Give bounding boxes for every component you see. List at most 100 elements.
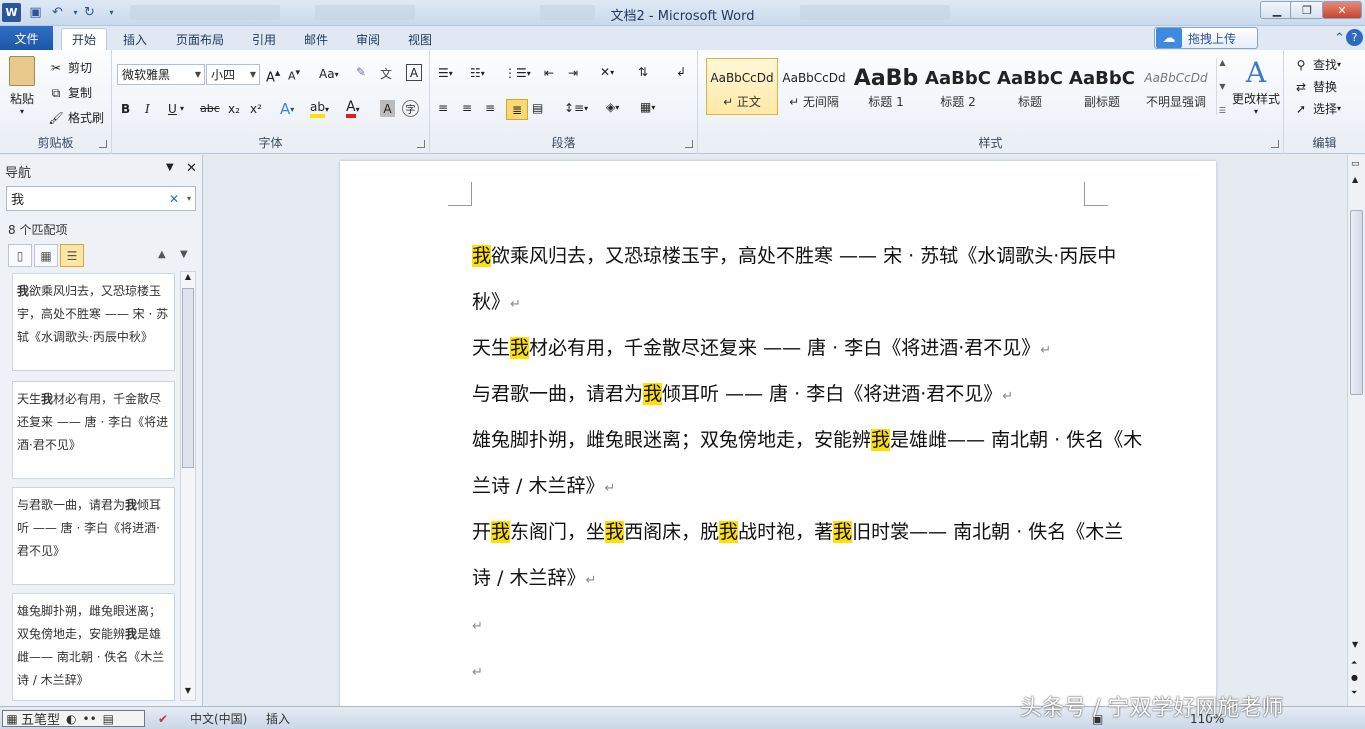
document-scroll-thumb[interactable] [1350,210,1363,395]
cut-button[interactable]: ✂ 剪切 [48,59,92,76]
select-button[interactable]: ➚ 选择 ▾ [1293,100,1341,117]
align-right-button[interactable]: ≡ [485,101,495,115]
justify-button[interactable]: ≣ [506,99,528,120]
style-title[interactable]: AaBbC 标题 [994,58,1066,115]
style-subtle-emphasis[interactable]: AaBbCcDd 不明显强调 [1138,58,1214,115]
results-scroll-thumb[interactable] [182,288,194,468]
document-line[interactable]: 诗 / 木兰辞》↵ [472,567,1112,592]
scroll-down-icon[interactable]: ▼ [1352,640,1358,649]
minimize-button[interactable]: ▁ [1260,1,1294,19]
document-line[interactable]: 秋》↵ [472,291,1112,316]
search-result-item[interactable]: 与君歌一曲，请君为我倾耳听 —— 唐 · 李白《将进酒·君不见》 [12,487,175,585]
shading-button[interactable]: ◈ ▾ [606,100,619,114]
clear-formatting-button[interactable]: ✎ [356,65,366,79]
paste-button[interactable]: 粘贴 ▾ [4,56,40,116]
tab-page-layout[interactable]: 页面布局 [170,28,230,50]
character-border-button[interactable]: A [406,64,422,81]
half-width-icon[interactable]: ◐ [66,712,76,726]
styles-dialog-launcher[interactable] [1271,140,1279,148]
grow-font-button[interactable]: A▴ [266,66,280,85]
document-page[interactable]: 我欲乘风归去，又恐琼楼玉宇，高处不胜寒 —— 宋 · 苏轼《水调歌头·丙辰中 秋》… [340,161,1216,721]
help-icon[interactable]: ? [1346,29,1363,46]
tab-mailings[interactable]: 邮件 [296,28,336,50]
next-page-icon[interactable]: ⏷ [1351,688,1357,698]
bullets-button[interactable]: ☰ ▾ [438,66,453,80]
document-line[interactable]: ↵ [472,659,1112,684]
nav-tab-pages[interactable]: ▦ [34,244,58,267]
nav-pane-close-icon[interactable]: ✕ [186,161,197,176]
close-button[interactable]: ✕ [1322,1,1362,19]
document-line[interactable]: ↵ [472,613,1112,638]
tab-view[interactable]: 视图 [400,28,440,50]
align-left-button[interactable]: ≡ [438,101,448,115]
browse-object-icon[interactable]: ● [1351,673,1358,682]
tab-review[interactable]: 审阅 [348,28,388,50]
styles-gallery-scroll[interactable]: ▲ ▼ ☰ [1216,58,1228,115]
multilevel-list-button[interactable]: ⋮☰ ▾ [504,66,531,80]
document-line[interactable]: 兰诗 / 木兰辞》↵ [472,475,1112,500]
scroll-up-icon[interactable]: ▲ [181,272,195,286]
style-heading1[interactable]: AaBb 标题 1 [850,58,922,115]
underline-button[interactable]: U [168,102,177,116]
nav-tab-headings[interactable]: ▯ [8,244,32,267]
format-painter-button[interactable]: 🖌 格式刷 [48,109,104,126]
bold-button[interactable]: B [121,102,130,116]
tab-home[interactable]: 开始 [61,28,107,50]
character-shading-button[interactable]: A [380,100,395,117]
search-options-icon[interactable]: ▾ [187,194,191,203]
previous-result-icon[interactable]: ▲ [158,249,166,260]
restore-button[interactable]: ❐ [1290,1,1324,19]
chinese-layout-button[interactable]: ✕ ▾ [600,65,614,79]
save-icon[interactable]: ▣ [26,3,45,22]
highlight-color-button[interactable]: ab ▾ [310,100,329,118]
search-result-item[interactable]: 天生我材必有用，千金散尽还复来 —— 唐 · 李白《将进酒·君不见》 [12,381,175,479]
nav-search-box[interactable]: 我 ✕ ▾ [6,186,196,211]
enclose-characters-button[interactable]: 字 [402,100,419,117]
document-scrollbar[interactable]: ▭ ▲ ▼ ⏶ ● ⏷ [1347,155,1365,706]
style-subtitle[interactable]: AaBbC 副标题 [1066,58,1138,115]
show-formatting-marks-button[interactable]: ↲ [676,65,686,79]
insert-mode-status[interactable]: 插入 [266,710,290,727]
subscript-button[interactable]: x₂ [228,102,240,116]
style-no-spacing[interactable]: AaBbCcDd ↵ 无间隔 [778,58,850,115]
redo-icon[interactable]: ↻ [80,3,99,22]
language-status[interactable]: 中文(中国) [190,710,247,727]
punctuation-icon[interactable]: •• [83,712,97,726]
undo-icon[interactable]: ↶ [48,3,67,22]
align-center-button[interactable]: ≡ [462,101,472,115]
soft-keyboard-icon[interactable]: ▤ [103,712,114,726]
search-result-item[interactable]: 我欲乘风归去，又恐琼楼玉宇，高处不胜寒 —— 宋 · 苏轼《水调歌头·丙辰中秋》 [12,273,175,371]
font-size-select[interactable]: 小四 ▼ [206,64,260,85]
shrink-font-button[interactable]: A▾ [288,67,300,83]
document-line[interactable]: 雄兔脚扑朔，雌兔眼迷离；双兔傍地走，安能辨我是雄雌—— 南北朝 · 佚名《木 [472,429,1142,452]
clipboard-dialog-launcher[interactable] [99,140,107,148]
font-name-select[interactable]: 微软雅黑 ▼ [117,64,205,85]
style-heading2[interactable]: AaBbC 标题 2 [922,58,994,115]
ime-toolbar[interactable]: ▦ 五笔型 ◐ •• ▤ [2,710,145,728]
ruler-toggle-icon[interactable]: ▭ [1351,159,1360,169]
search-result-item[interactable]: 雄兔脚扑朔，雌兔眼迷离；双兔傍地走，安能辨我是雄雌—— 南北朝 · 佚名《木兰诗… [12,593,175,701]
sort-button[interactable]: ⇅ [638,65,648,79]
scroll-down-icon[interactable]: ▼ [181,686,195,700]
distributed-button[interactable]: ▤ [532,101,543,115]
underline-dropdown-icon[interactable]: ▾ [180,104,184,113]
find-button[interactable]: ⚲ 查找 ▾ [1293,56,1341,73]
clear-search-icon[interactable]: ✕ [169,192,179,206]
text-effects-button[interactable]: A ▾ [280,100,294,118]
line-spacing-button[interactable]: ↕≡ ▾ [564,101,588,115]
tab-file[interactable]: 文件 [0,26,53,50]
nav-pane-options-icon[interactable]: ▼ [166,162,174,173]
drag-upload-button[interactable]: ☁ 拖拽上传 [1154,27,1258,49]
nav-search-input[interactable]: 我 [11,189,24,208]
customize-toolbar-icon[interactable]: ▾ [102,3,121,22]
copy-button[interactable]: ⧉ 复制 [48,84,92,101]
word-app-icon[interactable]: W [2,3,21,22]
scroll-up-icon[interactable]: ▲ [1352,175,1358,184]
document-line[interactable]: 与君歌一曲，请君为我倾耳听 —— 唐 · 李白《将进酒·君不见》↵ [472,383,1112,408]
replace-button[interactable]: ⇄ 替换 [1293,78,1337,95]
paragraph-dialog-launcher[interactable] [685,140,693,148]
change-styles-button[interactable]: A 更改样式 ▾ [1230,56,1282,126]
numbering-button[interactable]: ☷ ▾ [470,66,485,80]
superscript-button[interactable]: x² [250,102,262,116]
borders-button[interactable]: ▦ ▾ [640,100,655,114]
